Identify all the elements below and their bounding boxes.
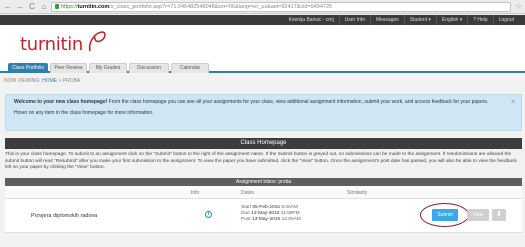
turnitin-logo[interactable]: turnitin [20,34,83,55]
header-dates: Dates [241,190,255,196]
forward-icon[interactable]: → [15,2,25,12]
view-button[interactable]: View [467,209,489,221]
lock-icon [55,4,59,9]
url-path: /s_class_portfolio.asp?r=71.046482548048… [109,3,333,10]
class-homepage-description: This is your class homepage. To submit t… [5,152,517,170]
info-icon[interactable]: i [205,211,212,218]
bookmark-star-icon[interactable]: ☆ [515,2,522,11]
top-user-info-link[interactable]: User Info [338,15,370,25]
tab-discussion[interactable]: Discussion [129,63,169,73]
inbox-header-row: Info Dates Similarity [5,186,522,199]
due-label: Due [241,211,250,217]
start-time: 8:30AM [281,205,298,210]
assignment-inbox-title: Assignment Inbox: proba [5,178,522,186]
welcome-hover-text: Hover on any item in the class homepage … [14,110,154,116]
table-row: Provjera diplomskih radova i Start 05-Fe… [5,199,522,233]
welcome-text: Welcome to your new class homepage! From… [14,99,503,106]
top-help-link[interactable]: ? Help [467,15,492,25]
start-date: 05-Feb-2015 [252,205,280,210]
download-icon[interactable]: ⬇ [492,209,506,221]
browser-toolbar: ← → C ⌂ https:// turnitin.com /s_class_p… [0,0,525,14]
url-domain: turnitin.com [77,3,110,10]
header-similarity: Similarity [347,190,368,196]
top-language-menu[interactable]: English ▾ [435,15,467,25]
address-bar[interactable]: https:// turnitin.com /s_class_portfolio… [51,1,511,12]
back-icon[interactable]: ← [3,2,13,12]
site-header: turnitin [0,25,525,61]
breadcrumb-home[interactable]: HOME [42,78,57,84]
header-info: Info [191,190,200,196]
welcome-heading: Welcome to your new class homepage! [14,99,108,105]
top-messages-link[interactable]: Messages [369,15,404,25]
logo-swirl-icon [88,31,106,52]
submit-button[interactable]: Submit [432,209,458,221]
top-logout-link[interactable]: Logout [492,15,519,25]
help-label: Help [477,17,488,23]
post-label: Post [241,217,251,223]
top-user-bar: Ksenija Barisic - cmj User Info Messages… [0,15,525,25]
post-time: 12:00AM [281,217,301,223]
tab-peer-review[interactable]: Peer Review [50,63,87,73]
top-role-menu[interactable]: Student ▾ [403,15,436,25]
breadcrumb-current: PROBA [62,78,81,84]
breadcrumb: NOW VIEWING: HOME > PROBA [4,78,80,84]
assignment-dates: Start 05-Feb-2015 8:30AM Due 12-May-2015… [241,205,301,224]
tab-calendar[interactable]: Calendar [171,63,209,73]
url-scheme: https:// [61,3,78,10]
post-date-line: Post 13-May-2015 12:00AM [241,217,301,223]
welcome-body: From the class homepage you can see all … [107,99,489,105]
tab-bar: Class Portfolio Peer Review My Grades Di… [0,61,525,73]
due-date: 12-May-2015 [251,211,280,217]
top-user-name: Ksenija Barisic - cmj [288,17,334,23]
start-label: Start [241,205,252,210]
post-date: 13-May-2015 [251,217,281,223]
close-icon[interactable]: × [511,99,515,106]
tab-my-grades[interactable]: My Grades [89,63,127,73]
breadcrumb-prefix: NOW VIEWING: [4,78,41,84]
reload-icon[interactable]: C [27,2,37,12]
class-homepage-title: Class Homepage [5,138,522,149]
tab-class-portfolio[interactable]: Class Portfolio [8,63,48,73]
due-time: 11:59PM [280,211,300,217]
home-icon[interactable]: ⌂ [39,2,49,12]
assignment-title: Provjera diplomskih radova [31,213,98,219]
welcome-notice: Welcome to your new class homepage! From… [5,94,522,131]
